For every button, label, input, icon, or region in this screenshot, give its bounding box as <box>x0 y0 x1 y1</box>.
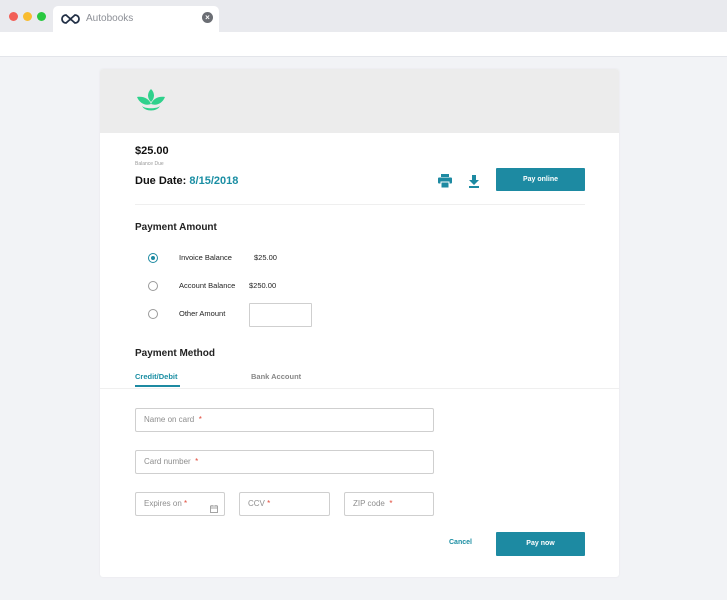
other-amount-label: Other Amount <box>179 309 226 318</box>
card-number-field[interactable]: Card number * <box>135 450 434 474</box>
tab-credit-debit[interactable]: Credit/Debit <box>135 372 178 381</box>
invoice-card: $25.00 Balance Due Due Date: 8/15/2018 P… <box>100 69 619 577</box>
tab-bank-account[interactable]: Bank Account <box>251 372 301 381</box>
tab-title: Autobooks <box>86 13 134 24</box>
close-window-button[interactable] <box>9 12 18 21</box>
expires-on-field[interactable]: Expires on * <box>135 492 225 516</box>
ccv-field[interactable]: CCV * <box>239 492 330 516</box>
cancel-button[interactable]: Cancel <box>449 539 472 546</box>
calendar-icon[interactable] <box>210 500 218 518</box>
card-header <box>100 69 619 133</box>
invoice-balance-label: Invoice Balance <box>179 253 232 262</box>
due-date: Due Date: 8/15/2018 <box>135 175 238 187</box>
download-icon[interactable] <box>467 174 481 193</box>
other-amount-radio[interactable] <box>148 309 158 319</box>
leaf-logo-icon <box>135 86 167 121</box>
name-on-card-placeholder: Name on card * <box>144 415 202 424</box>
invoice-amount: $25.00 <box>135 145 169 157</box>
account-balance-label: Account Balance <box>179 281 236 290</box>
account-balance-radio[interactable] <box>148 281 158 291</box>
name-on-card-field[interactable]: Name on card * <box>135 408 434 432</box>
maximize-window-button[interactable] <box>37 12 46 21</box>
card-number-placeholder: Card number * <box>144 457 199 466</box>
payment-amount-title: Payment Amount <box>135 222 217 233</box>
section-divider <box>135 204 585 205</box>
expires-on-placeholder: Expires on * <box>144 499 188 508</box>
due-date-label: Due Date: <box>135 175 187 187</box>
due-date-value: 8/15/2018 <box>189 175 239 187</box>
browser-tab[interactable]: Autobooks × <box>53 6 219 32</box>
browser-window-chrome: Autobooks × <box>0 0 727 57</box>
payment-method-title: Payment Method <box>135 348 216 359</box>
zip-code-field[interactable]: ZIP code * <box>344 492 434 516</box>
minimize-window-button[interactable] <box>23 12 32 21</box>
tab-close-button[interactable]: × <box>202 12 213 23</box>
tabs-divider <box>100 388 619 389</box>
other-amount-input[interactable] <box>249 303 312 327</box>
account-balance-value: $250.00 <box>249 281 277 290</box>
autobooks-logo-icon <box>61 12 80 30</box>
pay-online-button[interactable]: Pay online <box>496 168 585 191</box>
balance-due-label: Balance Due <box>135 161 164 167</box>
invoice-balance-radio[interactable] <box>148 253 158 263</box>
browser-tab-strip: Autobooks × <box>0 0 727 32</box>
zip-code-placeholder: ZIP code * <box>353 499 393 508</box>
active-tab-indicator <box>135 385 180 387</box>
invoice-balance-value: $25.00 <box>254 253 277 262</box>
printer-icon[interactable] <box>437 174 453 193</box>
ccv-placeholder: CCV * <box>248 499 271 508</box>
pay-now-button[interactable]: Pay now <box>496 532 585 556</box>
